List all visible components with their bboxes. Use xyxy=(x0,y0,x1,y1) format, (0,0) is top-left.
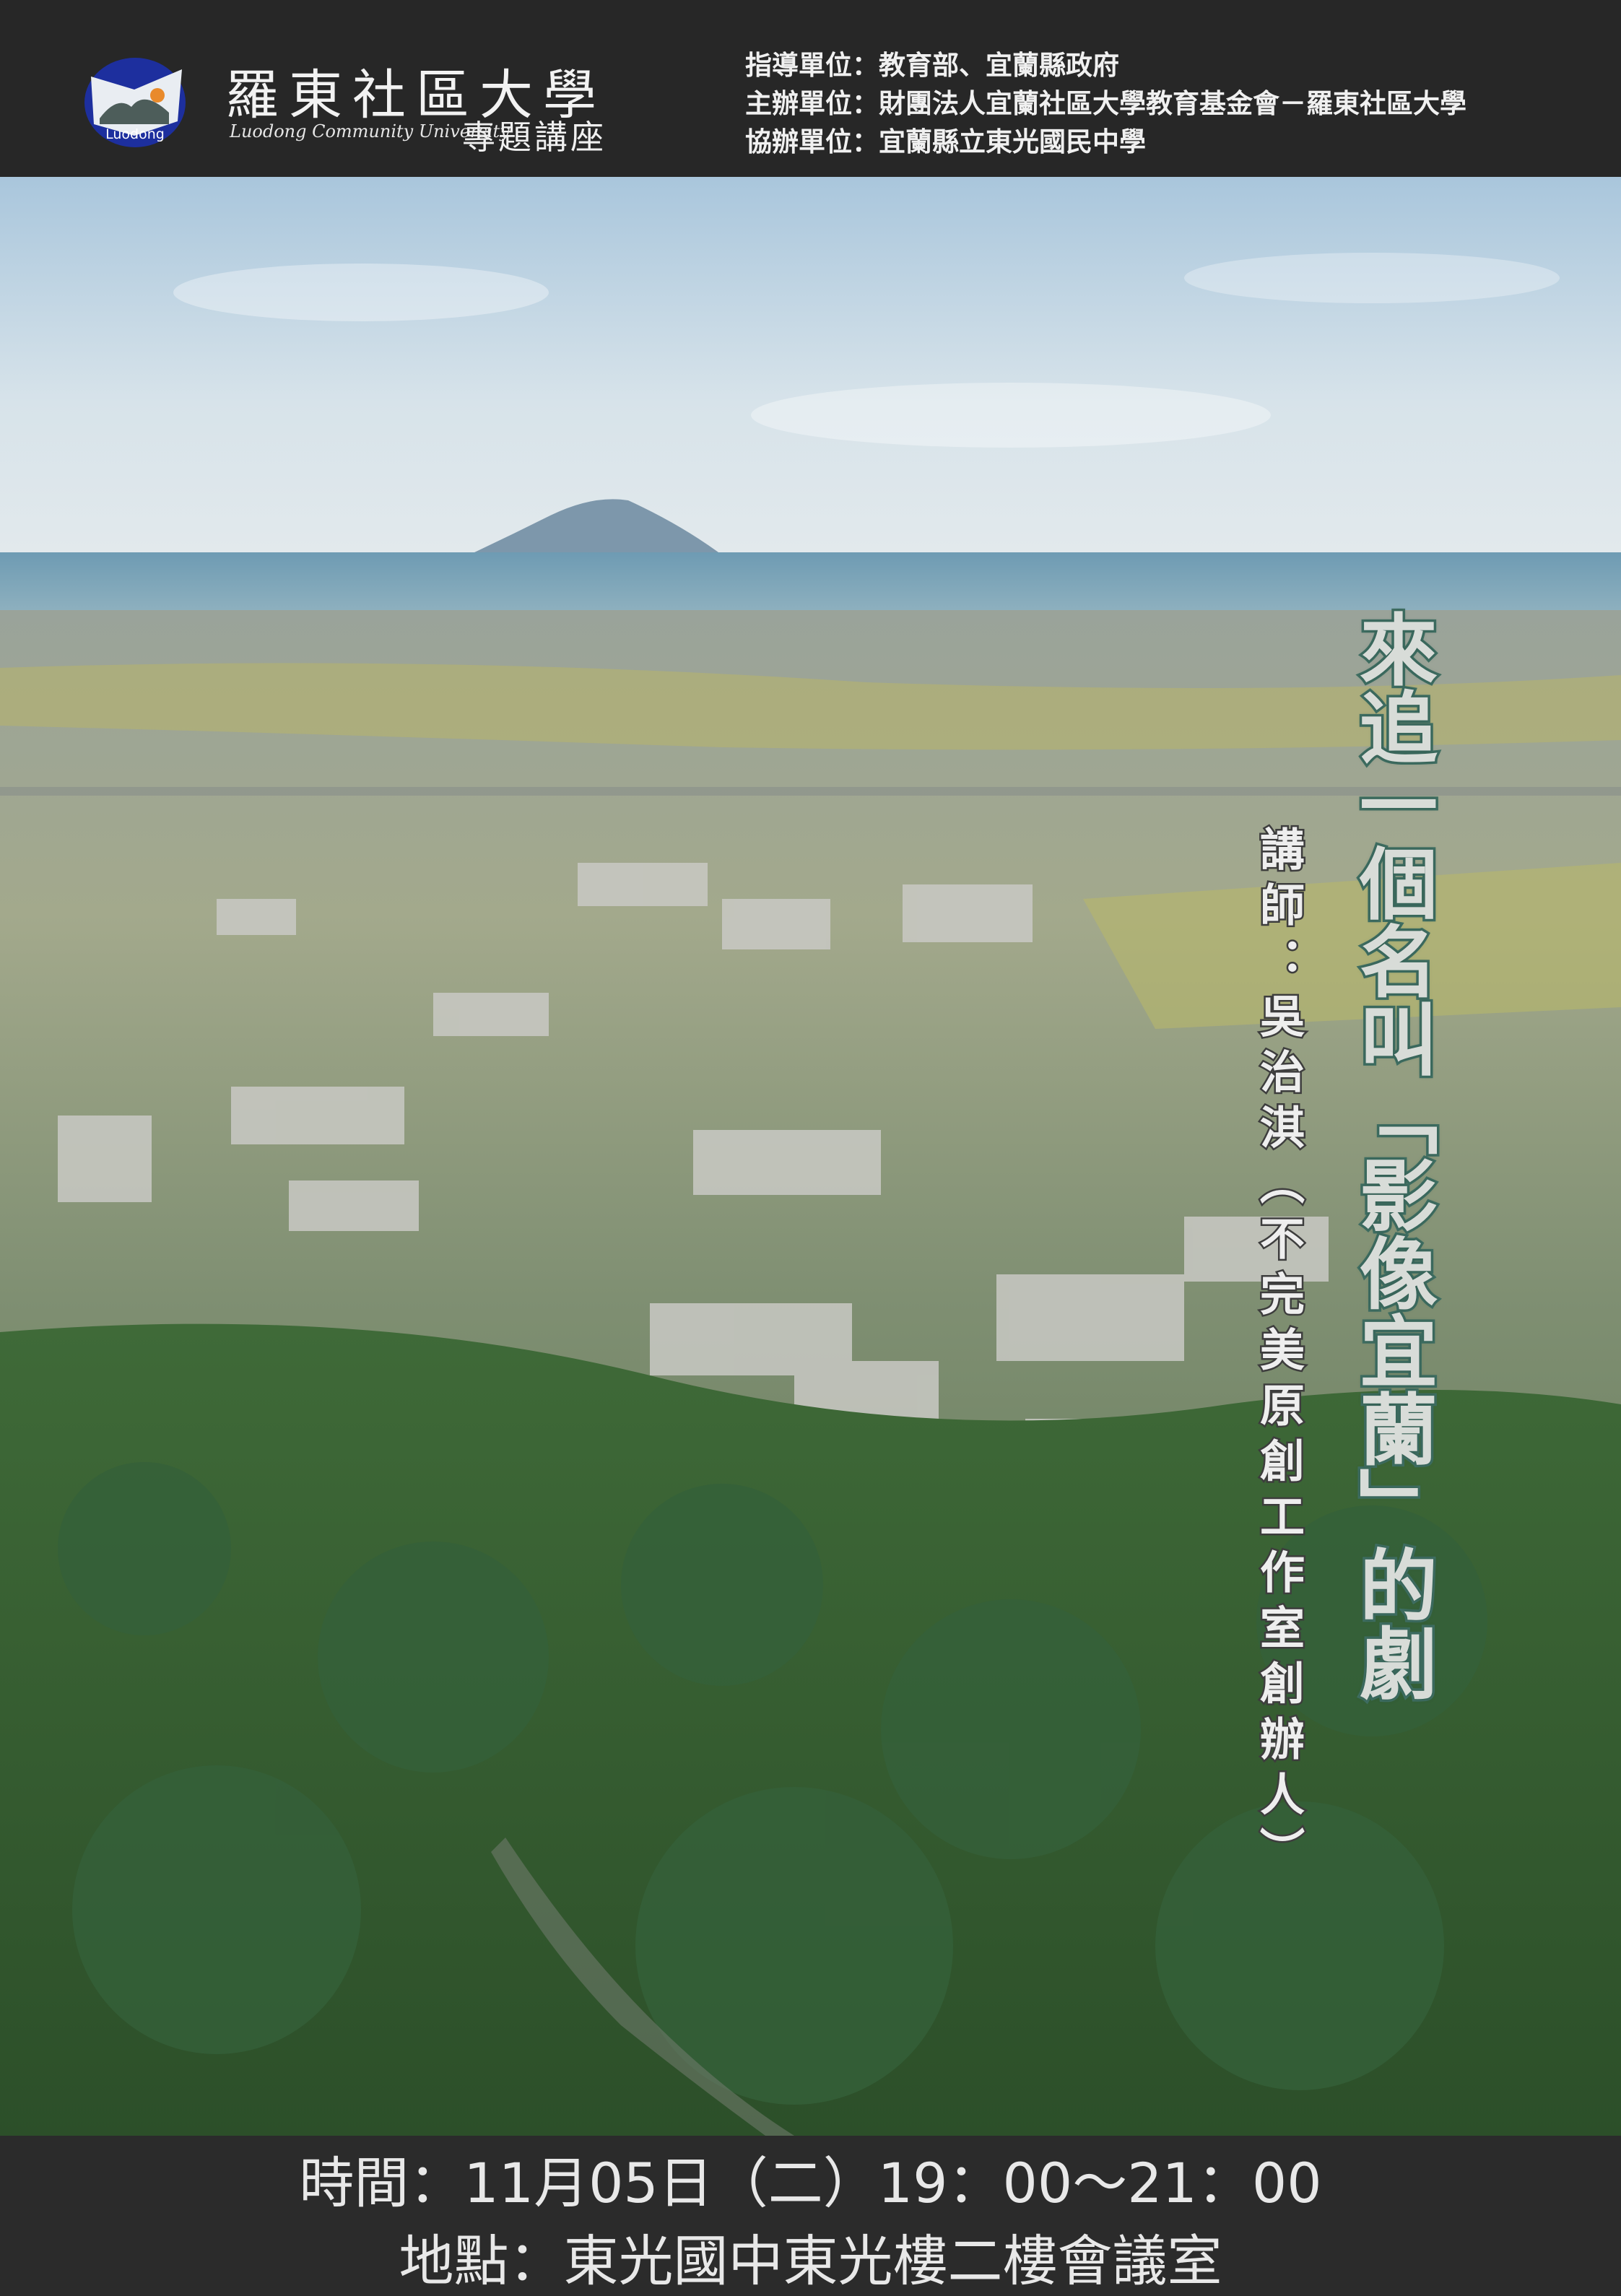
header-bar: Luodong 羅東社區大學 Luodong Community Univers… xyxy=(0,0,1621,177)
organizer-co-host: 協辦單位：宜蘭縣立東光國民中學 xyxy=(745,126,1146,157)
lecture-title: 來追一個名叫「影像宜蘭」的劇 xyxy=(1344,607,1440,1704)
logo-text: Luodong xyxy=(105,126,165,142)
university-logo: Luodong xyxy=(81,52,189,149)
organizer-supervisor: 指導單位：教育部、宜蘭縣政府 xyxy=(745,49,1119,81)
event-time: 時間：11月05日（二）19：00～21：00 xyxy=(299,2151,1322,2215)
series-name: 專題講座 xyxy=(462,118,607,157)
event-location: 地點：東光國中東光樓二樓會議室 xyxy=(399,2229,1222,2293)
organizer-list: 指導單位：教育部、宜蘭縣政府 主辦單位：財團法人宜蘭社區大學教育基金會－羅東社區… xyxy=(745,46,1466,161)
organizer-host: 主辦單位：財團法人宜蘭社區大學教育基金會－羅東社區大學 xyxy=(745,87,1466,119)
speaker-info: 講師：吳治淇（不完美原創工作室創辦人） xyxy=(1251,824,1307,1884)
